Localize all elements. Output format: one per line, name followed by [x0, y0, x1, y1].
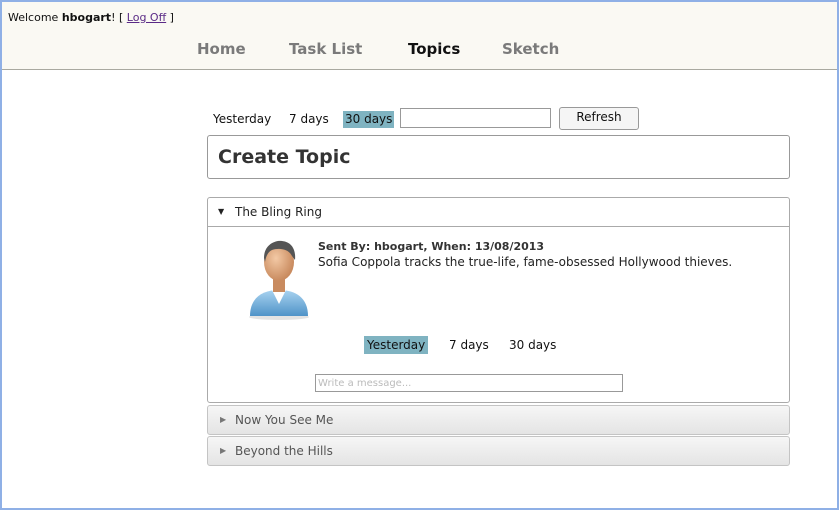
topic-panel-collapsed[interactable]: ▶ Now You See Me — [207, 405, 790, 435]
create-topic-title: Create Topic — [218, 146, 351, 168]
write-message-input[interactable] — [315, 374, 623, 392]
topic-header[interactable]: ▼ The Bling Ring — [208, 198, 789, 227]
logoff-link[interactable]: Log Off — [127, 11, 166, 24]
caret-right-icon: ▶ — [220, 446, 227, 455]
user-avatar-icon — [249, 240, 309, 320]
username: hbogart — [61, 11, 112, 24]
topic-title: Now You See Me — [235, 413, 334, 427]
welcome-prefix: Welcome — [8, 11, 59, 24]
topic-title: Beyond the Hills — [235, 444, 333, 458]
top-header: Welcome hbogart! [ Log Off ] Home Task L… — [2, 2, 837, 70]
bracket-close: ] — [169, 11, 174, 24]
search-input[interactable] — [400, 108, 551, 128]
msg-filter-yesterday[interactable]: Yesterday — [364, 336, 429, 354]
refresh-button[interactable]: Refresh — [559, 107, 639, 130]
topic-panel-collapsed[interactable]: ▶ Beyond the Hills — [207, 436, 790, 466]
msg-filter-7-days[interactable]: 7 days — [446, 336, 492, 354]
topic-title: The Bling Ring — [235, 205, 322, 219]
sent-by-line: Sent By: hbogart, When: 13/08/2013 — [318, 240, 545, 253]
nav-sketch[interactable]: Sketch — [502, 40, 559, 58]
nav-topics[interactable]: Topics — [408, 40, 460, 58]
caret-down-icon: ▼ — [218, 207, 225, 216]
topic-message: Sofia Coppola tracks the true-life, fame… — [318, 255, 733, 269]
topic-panel-expanded: ▼ The Bling Ring Sent By: hbogart, When:… — [207, 197, 790, 403]
caret-right-icon: ▶ — [220, 415, 227, 424]
welcome-suffix: ! [ — [111, 11, 124, 24]
nav-task-list[interactable]: Task List — [289, 40, 362, 58]
welcome-message: Welcome hbogart! [ Log Off ] — [8, 11, 174, 24]
filter-7-days[interactable]: 7 days — [287, 111, 331, 128]
filter-yesterday[interactable]: Yesterday — [211, 111, 273, 128]
msg-filter-30-days[interactable]: 30 days — [506, 336, 559, 354]
nav-home[interactable]: Home — [197, 40, 246, 58]
filter-30-days[interactable]: 30 days — [343, 111, 395, 128]
create-topic-panel[interactable]: Create Topic — [207, 135, 790, 179]
app-frame: Welcome hbogart! [ Log Off ] Home Task L… — [0, 0, 839, 510]
